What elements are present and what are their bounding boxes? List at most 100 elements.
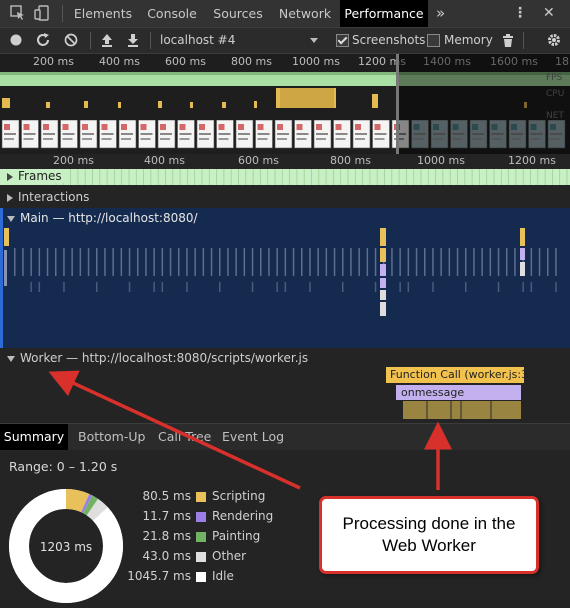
memory-checkbox[interactable] <box>427 34 440 47</box>
legend-value: 1045.7 ms <box>127 569 191 583</box>
tab-event-log[interactable]: Event Log <box>222 424 286 450</box>
task-bar <box>465 248 467 276</box>
devtools-tab-bar: Elements Console Sources Network Perform… <box>0 0 570 28</box>
expand-arrow-icon[interactable] <box>7 193 13 202</box>
reload-profile-icon[interactable] <box>35 32 51 48</box>
timeline-ruler-label: 800 ms <box>330 154 371 167</box>
task-bar <box>22 248 24 276</box>
task-bar <box>424 248 426 276</box>
task-bar <box>555 248 557 276</box>
overview-ruler-label: 400 ms <box>99 55 140 68</box>
task-bar <box>112 248 114 276</box>
task-bar <box>79 248 82 276</box>
onmessage-event[interactable]: onmessage <box>396 385 521 400</box>
task-bar <box>473 248 475 276</box>
frames-track[interactable] <box>0 169 570 185</box>
task-bar <box>235 248 237 276</box>
callout-text: Processing done in the Web Worker <box>342 514 516 555</box>
tab-bottom-up[interactable]: Bottom-Up <box>78 424 148 450</box>
tab-console[interactable]: Console <box>140 0 204 27</box>
tab-summary[interactable]: Summary <box>0 424 68 450</box>
function-call-event[interactable]: Function Call (worker.js:3) <box>386 367 524 383</box>
chevron-down-icon[interactable] <box>310 38 318 43</box>
main-thread-track[interactable] <box>0 208 570 348</box>
task-bar <box>120 248 123 276</box>
task-bar <box>178 248 180 276</box>
frames-track-header[interactable]: Frames <box>7 169 66 183</box>
task-bar <box>284 248 287 276</box>
timeline-ruler-label: 1200 ms <box>508 154 556 167</box>
task-bar <box>358 248 360 276</box>
task-bar <box>547 248 549 276</box>
legend-name: Painting <box>212 529 261 543</box>
collapse-arrow-icon[interactable] <box>7 215 15 222</box>
task-bar <box>415 248 418 276</box>
recording-select[interactable]: localhost #4 <box>160 33 235 47</box>
legend-swatch <box>196 512 206 522</box>
record-icon[interactable] <box>8 32 24 48</box>
main-thread-flame-chart[interactable] <box>0 224 570 348</box>
task-bar <box>268 248 270 276</box>
clear-icon[interactable] <box>63 32 79 48</box>
load-profile-icon[interactable] <box>99 32 115 48</box>
task-bar <box>251 248 254 276</box>
task-bar <box>448 248 451 276</box>
chevrons-right-icon[interactable]: » <box>436 0 450 27</box>
task-bar <box>202 248 205 276</box>
legend-swatch <box>196 492 206 502</box>
legend-row: 80.5 ms Scripting <box>130 489 266 505</box>
task-bar <box>407 248 410 276</box>
legend-row: 1045.7 ms Idle <box>127 569 260 585</box>
task-bar <box>374 248 377 276</box>
overview-ruler-label: 600 ms <box>165 55 206 68</box>
gear-icon[interactable] <box>546 32 562 48</box>
tab-sources[interactable]: Sources <box>206 0 270 27</box>
expand-arrow-icon[interactable] <box>7 172 13 181</box>
task-bar <box>391 248 393 276</box>
screenshots-checkbox[interactable] <box>336 34 349 47</box>
selection-handle[interactable] <box>396 54 399 154</box>
tab-performance[interactable]: Performance <box>340 0 428 27</box>
task-bar <box>210 248 213 276</box>
task-bar <box>227 248 229 276</box>
legend-row: 21.8 ms Painting <box>130 529 261 545</box>
inspect-element-icon[interactable] <box>10 5 26 21</box>
annotation-callout: Processing done in the Web Worker <box>319 496 539 574</box>
trash-icon[interactable] <box>500 32 516 48</box>
task-bar <box>432 248 434 276</box>
close-icon[interactable]: ✕ <box>543 0 557 27</box>
legend-swatch <box>196 552 206 562</box>
worker-thread-header[interactable]: Worker — http://localhost:8080/scripts/w… <box>7 351 308 365</box>
task-bar <box>243 248 246 276</box>
task-bar <box>30 248 32 276</box>
task-bar <box>456 248 459 276</box>
worker-subtasks[interactable] <box>403 401 521 419</box>
tab-elements[interactable]: Elements <box>70 0 136 27</box>
task-bar <box>530 248 533 276</box>
legend-value: 21.8 ms <box>142 529 191 543</box>
legend-name: Scripting <box>212 489 266 503</box>
save-profile-icon[interactable] <box>125 32 141 48</box>
screenshots-label: Screenshots <box>352 33 426 47</box>
collapse-arrow-icon[interactable] <box>7 355 15 362</box>
scripting-task <box>4 228 9 246</box>
task-bar <box>96 248 98 276</box>
more-options-icon[interactable]: ⋮ <box>513 0 527 27</box>
interactions-track-header[interactable]: Interactions <box>7 190 89 204</box>
task-bar <box>153 248 155 276</box>
tab-call-tree[interactable]: Call Tree <box>158 424 218 450</box>
tab-network[interactable]: Network <box>273 0 337 27</box>
legend-value: 11.7 ms <box>142 509 191 523</box>
main-thread-header[interactable]: Main — http://localhost:8080/ <box>7 211 198 225</box>
legend-value: 80.5 ms <box>142 489 191 503</box>
scripting-task <box>520 228 525 246</box>
frames-label: Frames <box>18 169 62 183</box>
overview-ruler-label: 1000 ms <box>292 55 340 68</box>
device-toolbar-icon[interactable] <box>34 5 50 21</box>
task-bar <box>350 248 352 276</box>
details-tab-bar: Summary Bottom-Up Call Tree Event Log <box>0 423 570 451</box>
legend-row: 43.0 ms Other <box>130 549 260 565</box>
task-bar <box>309 248 311 276</box>
range-label: Range: 0 – 1.20 s <box>9 459 118 474</box>
task-bar <box>128 248 131 276</box>
